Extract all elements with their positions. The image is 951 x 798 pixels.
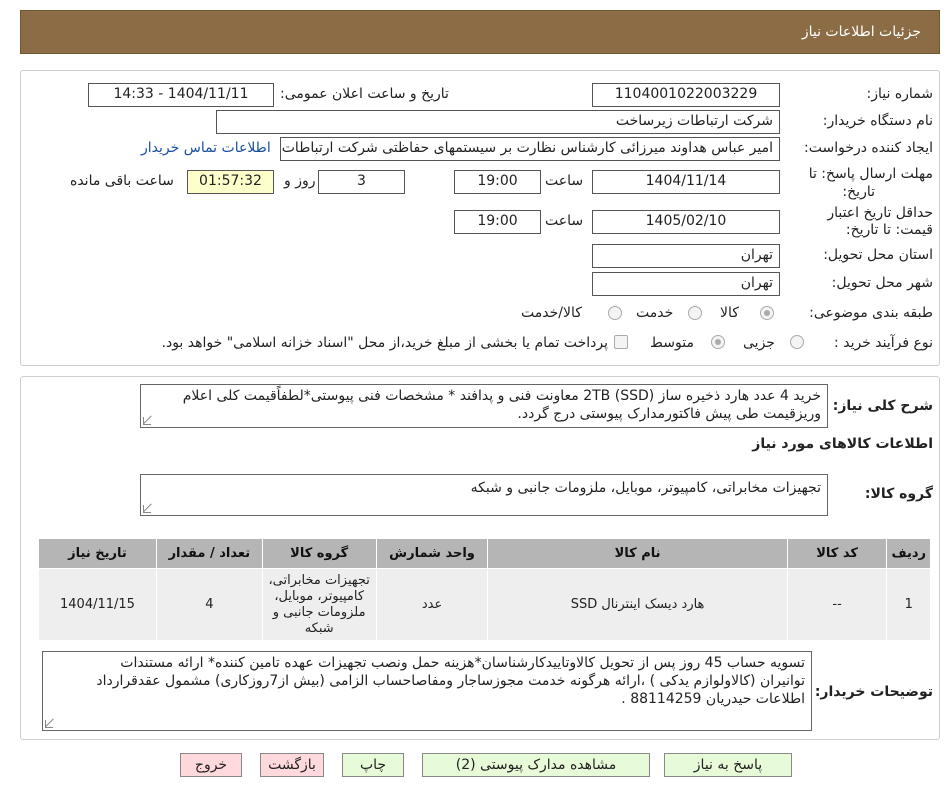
page-title: جزئیات اطلاعات نیاز: [801, 24, 921, 40]
buyer-org-label: نام دستگاه خریدار:: [822, 113, 933, 129]
reply-button[interactable]: پاسخ به نیاز: [664, 753, 792, 777]
view-attachments-button[interactable]: مشاهده مدارک پیوستی (2): [422, 753, 650, 777]
resize-grip-icon[interactable]: [143, 417, 151, 425]
process-radio-medium[interactable]: [711, 335, 725, 349]
remaining-time-field: 01:57:32: [187, 170, 274, 194]
col-header-quantity: تعداد / مقدار: [155, 538, 263, 569]
city-field: تهران: [592, 272, 780, 296]
creator-label: ایجاد کننده درخواست:: [804, 140, 933, 156]
table-row: 1 -- هارد دیسک اینترنال SSD عدد تجهیزات …: [38, 568, 931, 641]
creator-field: امیر عباس هداوند میرزائی کارشناس نظارت ب…: [280, 137, 780, 161]
page-header: جزئیات اطلاعات نیاز: [20, 10, 940, 54]
validity-time-label: ساعت: [545, 213, 584, 229]
print-button[interactable]: چاپ: [342, 753, 404, 777]
validity-time-field: 19:00: [454, 210, 541, 234]
buyer-notes-line-3: اطلاعات حیدریان 88114259 .: [621, 691, 805, 707]
cell-group: تجهیزات مخابراتی، کامپیوتر، موبایل، ملزو…: [261, 568, 377, 641]
process-option-small: جزیی: [743, 335, 775, 351]
need-number-label: شماره نیاز:: [866, 86, 934, 102]
cell-name: هارد دیسک اینترنال SSD: [487, 568, 788, 641]
validity-label-2: قیمت: تا تاریخ:: [845, 222, 933, 238]
category-radio-service[interactable]: [688, 306, 702, 320]
process-option-medium: متوسط: [650, 335, 694, 351]
cell-quantity: 4: [155, 568, 263, 641]
cell-date: 1404/11/15: [38, 568, 157, 641]
summary-label: شرح کلی نیاز:: [832, 398, 933, 414]
col-header-unit: واحد شمارش: [375, 538, 489, 569]
goods-info-title: اطلاعات کالاهای مورد نیاز: [752, 436, 933, 452]
send-deadline-label: مهلت ارسال پاسخ: تا: [808, 166, 933, 182]
buyer-org-field: شرکت ارتباطات زیرساخت: [216, 110, 780, 134]
items-table-header: ردیف کد کالا نام کالا واحد شمارش گروه کا…: [38, 538, 931, 569]
days-field: 3: [318, 170, 405, 194]
days-label: روز و: [284, 173, 316, 189]
send-time-field: 19:00: [454, 170, 541, 194]
buyer-notes-line-2: توانیران (کالاولوازم یدکی ) ،ارائه هرگون…: [96, 673, 805, 689]
buyer-notes-label: توضیحات خریدار:: [814, 684, 933, 700]
remaining-label: ساعت باقی مانده: [70, 173, 174, 189]
summary-line-1: خرید 4 عدد هارد ذخیره ساز (SSD) 2TB معاو…: [182, 388, 821, 404]
category-radio-goods-service[interactable]: [608, 306, 622, 320]
process-label: نوع فرآیند خرید :: [834, 335, 933, 351]
buyer-notes-text: تسویه حساب 45 روز پس از تحویل کالاوتایید…: [42, 651, 812, 731]
validity-date-field: 1405/02/10: [592, 210, 780, 234]
send-time-label: ساعت: [545, 173, 584, 189]
payment-note: پرداخت تمام یا بخشی از مبلغ خرید،از محل …: [161, 335, 608, 351]
city-label: شهر محل تحویل:: [831, 275, 933, 291]
goods-group-label: گروه کالا:: [864, 486, 933, 502]
summary-line-2: وریزقیمت طی پیش فاکتورمدارک پیوستی درج گ…: [517, 406, 821, 422]
province-field: تهران: [592, 244, 780, 268]
category-label: طبقه بندی موضوعی:: [809, 305, 933, 321]
col-header-name: نام کالا: [487, 538, 788, 569]
validity-label: حداقل تاریخ اعتبار: [827, 205, 933, 221]
goods-group-value: تجهیزات مخابراتی، کامپیوتر، موبایل، ملزو…: [470, 480, 821, 496]
announce-field: 1404/11/11 - 14:33: [88, 83, 274, 107]
send-date-field: 1404/11/14: [592, 170, 780, 194]
summary-text: خرید 4 عدد هارد ذخیره ساز (SSD) 2TB معاو…: [140, 384, 828, 428]
buyer-notes-line-1: تسویه حساب 45 روز پس از تحویل کالاوتایید…: [120, 655, 805, 671]
process-radio-small[interactable]: [790, 335, 804, 349]
need-number-field: 1104001022003229: [592, 83, 780, 107]
category-option-goods: کالا: [720, 305, 739, 321]
col-header-code: کد کالا: [786, 538, 888, 569]
send-deadline-label-2: تاریخ:: [842, 184, 875, 200]
resize-grip-icon[interactable]: [45, 720, 53, 728]
resize-grip-icon[interactable]: [143, 505, 151, 513]
category-option-goods-service: کالا/خدمت: [521, 305, 582, 321]
category-option-service: خدمت: [636, 305, 674, 321]
back-button[interactable]: بازگشت: [260, 753, 324, 777]
col-header-date: تاریخ نیاز: [38, 538, 157, 569]
province-label: استان محل تحویل:: [823, 247, 933, 263]
exit-button[interactable]: خروج: [180, 753, 242, 777]
announce-label: تاریخ و ساعت اعلان عمومی:: [280, 86, 449, 102]
cell-code: --: [786, 568, 888, 641]
goods-group-text: تجهیزات مخابراتی، کامپیوتر، موبایل، ملزو…: [140, 474, 828, 516]
treasury-payment-checkbox[interactable]: [614, 335, 628, 349]
col-header-group: گروه کالا: [261, 538, 377, 569]
cell-unit: عدد: [375, 568, 489, 641]
category-radio-goods[interactable]: [760, 306, 774, 320]
buyer-contact-link[interactable]: اطلاعات تماس خریدار: [141, 140, 271, 156]
col-header-row: ردیف: [886, 538, 931, 569]
cell-row-number: 1: [886, 568, 931, 641]
items-table: ردیف کد کالا نام کالا واحد شمارش گروه کا…: [38, 538, 931, 641]
